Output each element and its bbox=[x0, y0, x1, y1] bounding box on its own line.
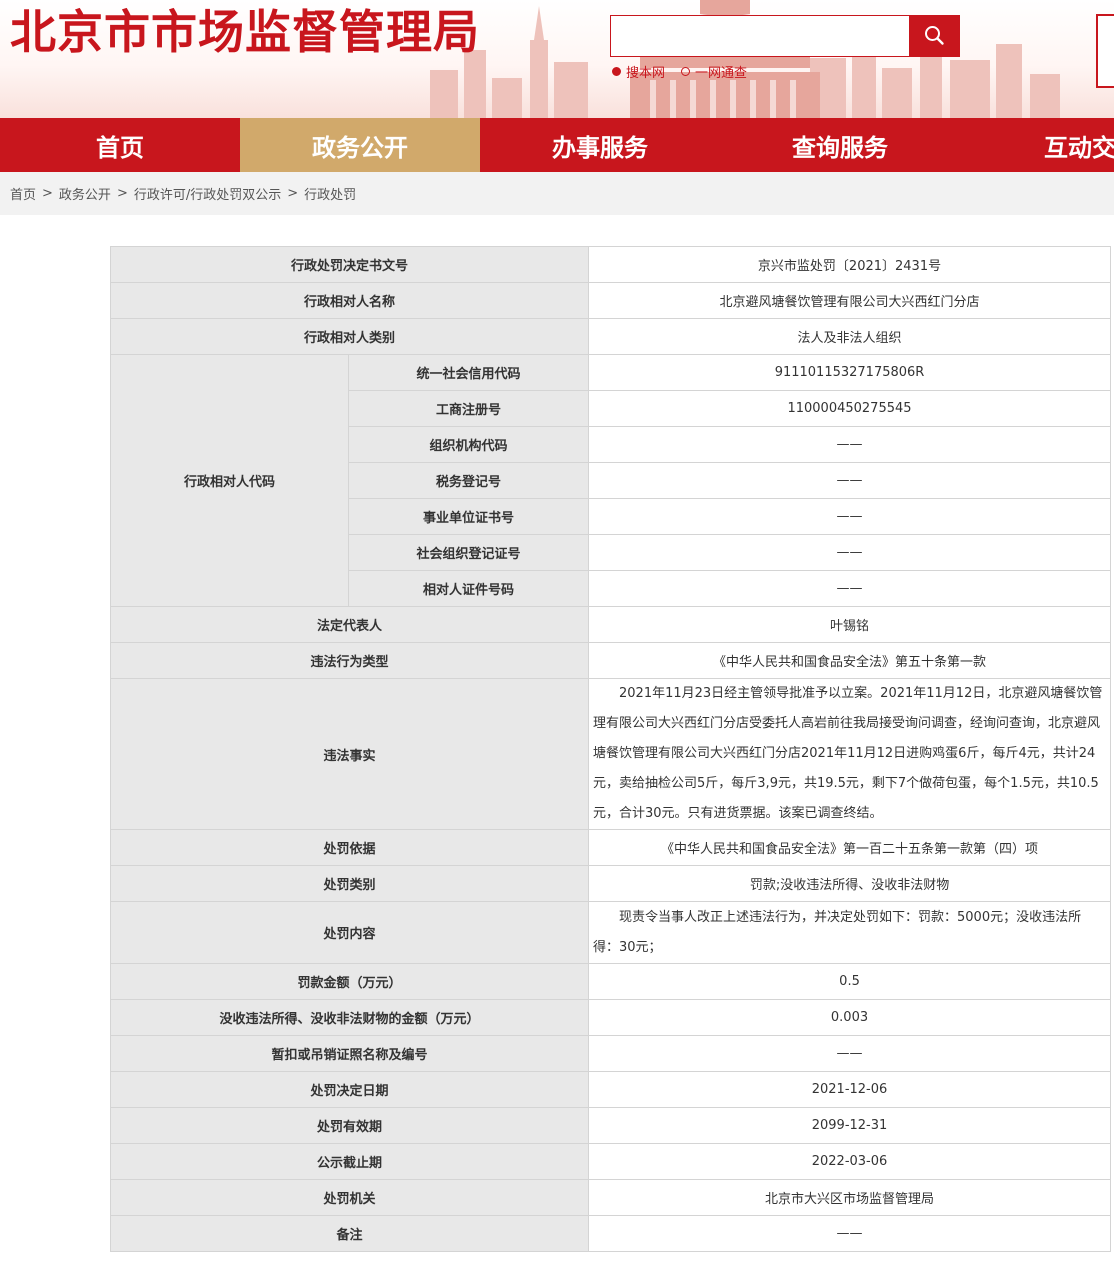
penalty-content-value: 现责令当事人改正上述违法行为，并决定处罚如下：罚款：5000元；没收违法所得：3… bbox=[588, 901, 1112, 964]
table-row: 处罚决定日期 2021-12-06 bbox=[109, 1071, 1112, 1108]
site-header: 北京市市场监督管理局 搜本网 一网通查 bbox=[0, 0, 1114, 118]
row-label: 社会组织登记证号 bbox=[347, 534, 590, 571]
valid-until-value: 2099-12-31 bbox=[588, 1107, 1112, 1144]
partial-logo-badge bbox=[1096, 14, 1114, 88]
tax-number-value: —— bbox=[588, 462, 1112, 499]
row-label: 工商注册号 bbox=[347, 390, 590, 427]
violation-type-value: 《中华人民共和国食品安全法》第五十条第一款 bbox=[588, 642, 1112, 679]
org-code-value: —— bbox=[588, 426, 1112, 463]
table-row: 行政相对人类别 法人及非法人组织 bbox=[109, 318, 1112, 355]
institution-cert-value: —— bbox=[588, 498, 1112, 535]
table-row: 没收违法所得、没收非法财物的金额（万元） 0.003 bbox=[109, 999, 1112, 1036]
table-row: 备注 —— bbox=[109, 1215, 1112, 1252]
breadcrumb-home[interactable]: 首页 bbox=[10, 184, 36, 203]
row-label: 备注 bbox=[109, 1215, 590, 1252]
fine-amount-value: 0.5 bbox=[588, 963, 1112, 1000]
row-label: 事业单位证书号 bbox=[347, 498, 590, 535]
penalty-content-text: 现责令当事人改正上述违法行为，并决定处罚如下：罚款：5000元；没收违法所得：3… bbox=[593, 909, 1082, 955]
doc-number-value: 京兴市监处罚〔2021〕2431号 bbox=[588, 246, 1112, 283]
decision-date-value: 2021-12-06 bbox=[588, 1071, 1112, 1108]
search-scope: 搜本网 一网通查 bbox=[612, 62, 747, 81]
authority-value: 北京市大兴区市场监督管理局 bbox=[588, 1179, 1112, 1216]
row-label: 违法事实 bbox=[109, 678, 590, 830]
nav-item-interaction[interactable]: 互动交 bbox=[960, 118, 1114, 172]
credit-code-value: 91110115327175806R bbox=[588, 354, 1112, 391]
row-label: 统一社会信用代码 bbox=[347, 354, 590, 391]
breadcrumb-separator: > bbox=[116, 186, 128, 201]
id-number-value: —— bbox=[588, 570, 1112, 607]
row-label: 处罚有效期 bbox=[109, 1107, 590, 1144]
table-row: 处罚类别 罚款;没收违法所得、没收非法财物 bbox=[109, 865, 1112, 902]
scope-option-site[interactable]: 搜本网 bbox=[612, 62, 665, 81]
row-group-label: 行政相对人代码 bbox=[110, 354, 349, 607]
row-label: 相对人证件号码 bbox=[347, 570, 590, 607]
breadcrumb-government-affairs[interactable]: 政务公开 bbox=[59, 184, 111, 203]
license-value: —— bbox=[588, 1035, 1112, 1072]
nav-item-home[interactable]: 首页 bbox=[0, 118, 240, 172]
nav-item-services[interactable]: 办事服务 bbox=[480, 118, 720, 172]
table-row: 行政相对人代码 统一社会信用代码 91110115327175806R bbox=[110, 354, 1112, 607]
row-label: 没收违法所得、没收非法财物的金额（万元） bbox=[109, 999, 590, 1036]
breadcrumb-separator: > bbox=[287, 186, 299, 201]
violation-facts-text: 2021年11月23日经主管领导批准予以立案。2021年11月12日，北京避风塘… bbox=[593, 686, 1103, 821]
registration-number-value: 110000450275545 bbox=[588, 390, 1112, 427]
row-label: 行政相对人类别 bbox=[109, 318, 590, 355]
penalty-detail-table: 行政处罚决定书文号 京兴市监处罚〔2021〕2431号 行政相对人名称 北京避风… bbox=[109, 246, 1112, 1252]
nav-item-query[interactable]: 查询服务 bbox=[720, 118, 960, 172]
table-row: 处罚内容 现责令当事人改正上述违法行为，并决定处罚如下：罚款：5000元；没收违… bbox=[109, 901, 1112, 964]
row-label: 行政相对人名称 bbox=[109, 282, 590, 319]
table-row: 处罚有效期 2099-12-31 bbox=[109, 1107, 1112, 1144]
table-row: 暂扣或吊销证照名称及编号 —— bbox=[109, 1035, 1112, 1072]
table-row: 处罚机关 北京市大兴区市场监督管理局 bbox=[109, 1179, 1112, 1216]
scope-option-label: 一网通查 bbox=[695, 66, 748, 81]
site-title: 北京市市场监督管理局 bbox=[10, 5, 480, 59]
penalty-basis-value: 《中华人民共和国食品安全法》第一百二十五条第一款第（四）项 bbox=[588, 829, 1112, 866]
row-label: 税务登记号 bbox=[347, 462, 590, 499]
table-row: 行政相对人名称 北京避风塘餐饮管理有限公司大兴西红门分店 bbox=[109, 282, 1112, 319]
breadcrumb-separator: > bbox=[42, 186, 53, 201]
breadcrumb-licensing-penalty[interactable]: 行政许可/行政处罚双公示 bbox=[134, 184, 281, 203]
table-row: 违法行为类型 《中华人民共和国食品安全法》第五十条第一款 bbox=[109, 642, 1112, 679]
scope-option-all[interactable]: 一网通查 bbox=[681, 62, 747, 81]
scope-option-label: 搜本网 bbox=[626, 66, 666, 81]
row-label: 处罚类别 bbox=[109, 865, 590, 902]
violation-facts-value: 2021年11月23日经主管领导批准予以立案。2021年11月12日，北京避风塘… bbox=[588, 678, 1112, 830]
row-label: 组织机构代码 bbox=[347, 426, 590, 463]
row-label: 法定代表人 bbox=[109, 606, 590, 643]
row-label: 违法行为类型 bbox=[109, 642, 590, 679]
nav-item-government-affairs[interactable]: 政务公开 bbox=[240, 118, 480, 172]
breadcrumb: 首页 > 政务公开 > 行政许可/行政处罚双公示 > 行政处罚 bbox=[0, 172, 1114, 215]
party-type-value: 法人及非法人组织 bbox=[588, 318, 1112, 355]
search-button[interactable] bbox=[909, 15, 959, 57]
table-row: 行政处罚决定书文号 京兴市监处罚〔2021〕2431号 bbox=[109, 246, 1112, 283]
table-row: 法定代表人 叶锡铭 bbox=[109, 606, 1112, 643]
row-label: 罚款金额（万元） bbox=[109, 963, 590, 1000]
penalty-type-value: 罚款;没收违法所得、没收非法财物 bbox=[588, 865, 1112, 902]
publish-until-value: 2022-03-06 bbox=[588, 1143, 1112, 1180]
row-label: 行政处罚决定书文号 bbox=[109, 246, 590, 283]
search-box bbox=[610, 15, 960, 57]
search-input[interactable] bbox=[611, 16, 911, 56]
legal-rep-value: 叶锡铭 bbox=[588, 606, 1112, 643]
row-label: 处罚决定日期 bbox=[109, 1071, 590, 1108]
row-label: 处罚机关 bbox=[109, 1179, 590, 1216]
row-label: 处罚内容 bbox=[109, 901, 590, 964]
table-row: 处罚依据 《中华人民共和国食品安全法》第一百二十五条第一款第（四）项 bbox=[109, 829, 1112, 866]
row-label: 暂扣或吊销证照名称及编号 bbox=[109, 1035, 590, 1072]
radio-checked-icon bbox=[612, 67, 621, 76]
table-row: 违法事实 2021年11月23日经主管领导批准予以立案。2021年11月12日，… bbox=[109, 678, 1112, 830]
remark-value: —— bbox=[588, 1215, 1112, 1252]
table-row: 罚款金额（万元） 0.5 bbox=[109, 963, 1112, 1000]
confiscation-amount-value: 0.003 bbox=[588, 999, 1112, 1036]
search-icon bbox=[925, 25, 944, 45]
row-label: 公示截止期 bbox=[109, 1143, 590, 1180]
breadcrumb-current: 行政处罚 bbox=[304, 188, 357, 203]
row-label: 处罚依据 bbox=[109, 829, 590, 866]
table-row: 公示截止期 2022-03-06 bbox=[109, 1143, 1112, 1180]
social-org-cert-value: —— bbox=[588, 534, 1112, 571]
radio-unchecked-icon bbox=[681, 67, 691, 76]
main-nav: 首页 政务公开 办事服务 查询服务 互动交 bbox=[0, 118, 1114, 172]
party-name-value: 北京避风塘餐饮管理有限公司大兴西红门分店 bbox=[588, 282, 1112, 319]
